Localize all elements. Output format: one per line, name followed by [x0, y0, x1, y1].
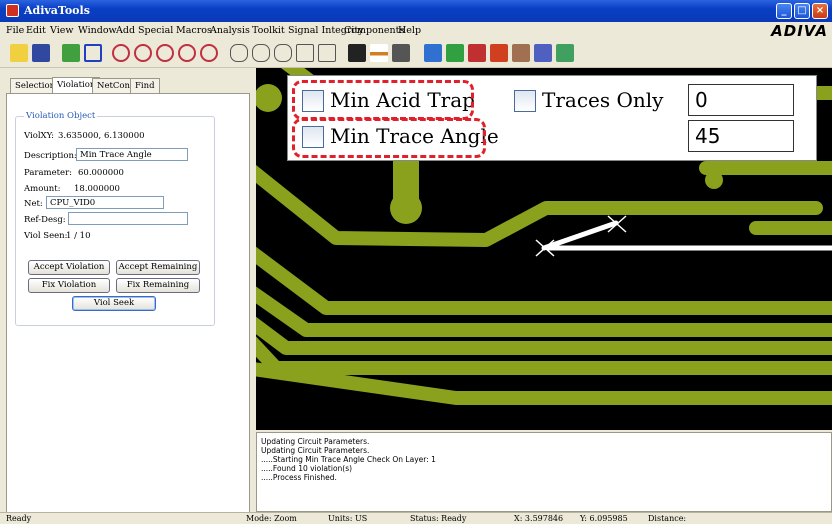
menu-toolkit[interactable]: Toolkit	[252, 25, 285, 36]
pcb-via	[256, 84, 282, 112]
pcb-via	[390, 192, 422, 224]
viol-xy-label: ViolXY:	[24, 131, 55, 141]
output-log: Updating Circuit Parameters. Updating Ci…	[256, 432, 832, 512]
left-panel: Selection Violation NetConn Find Violati…	[6, 74, 250, 514]
menu-window[interactable]: Window	[78, 25, 117, 36]
log-line: Updating Circuit Parameters.	[261, 437, 370, 446]
traces-only-checkbox[interactable]	[514, 90, 536, 112]
menu-edit[interactable]: Edit	[26, 25, 46, 36]
fix-violation-button[interactable]: Fix Violation	[28, 278, 110, 293]
menu-analysis[interactable]: Analysis	[210, 25, 250, 36]
status-x-coordinate: X: 3.597846	[514, 514, 564, 523]
minimize-button[interactable]: _	[776, 3, 792, 19]
binoculars-icon[interactable]	[348, 44, 366, 62]
maximize-button[interactable]: □	[794, 3, 810, 19]
status-units: Units: US	[328, 514, 368, 523]
status-mode: Mode: Zoom	[246, 514, 297, 523]
violation-panel: Violation Object ViolXY: 3.635000, 6.130…	[6, 93, 250, 513]
status-distance: Distance:	[648, 514, 687, 523]
menu-file[interactable]: File	[6, 25, 24, 36]
viol-xy-value: 3.635000, 6.130000	[58, 131, 145, 141]
description-field[interactable]: Min Trace Angle	[76, 148, 188, 161]
parameter-label: Parameter:	[24, 168, 72, 178]
pcb-canvas[interactable]: Min Acid Trap Traces Only 0 Min Trace An…	[256, 68, 832, 430]
log-line: .....Process Finished.	[261, 473, 337, 482]
accept-remaining-button[interactable]: Accept Remaining	[116, 260, 200, 275]
export-icon[interactable]	[556, 44, 574, 62]
zoom-in-icon[interactable]	[112, 44, 130, 62]
title-bar: AdivaTools _ □ ×	[0, 0, 832, 22]
acid-trap-value-field[interactable]: 0	[688, 84, 794, 116]
net-label: Net:	[24, 199, 43, 209]
app-icon	[6, 4, 19, 17]
grid-icon[interactable]	[392, 44, 410, 62]
pcb-via	[705, 171, 723, 189]
check-icon[interactable]	[468, 44, 486, 62]
brand-logo: ADIVA	[771, 22, 828, 40]
parameter-value: 60.000000	[78, 168, 124, 178]
ref-desg-label: Ref-Desg:	[24, 215, 66, 225]
toolbar	[0, 40, 832, 68]
pcb-trace	[256, 246, 832, 315]
amount-value: 18.000000	[74, 184, 120, 194]
board-icon[interactable]	[446, 44, 464, 62]
window-title: AdivaTools	[24, 4, 90, 17]
layers-icon[interactable]	[424, 44, 442, 62]
drc-icon[interactable]	[490, 44, 508, 62]
log-line: Updating Circuit Parameters.	[261, 446, 370, 455]
net-field[interactable]: CPU_VID0	[46, 196, 164, 209]
highlight-min-acid-trap	[292, 80, 474, 120]
accept-violation-button[interactable]: Accept Violation	[28, 260, 110, 275]
window-icon[interactable]	[84, 44, 102, 62]
status-bar: Ready Mode: Zoom Units: US Status: Ready…	[0, 512, 832, 524]
undo-icon[interactable]	[296, 44, 314, 62]
amount-label: Amount:	[24, 184, 61, 194]
viol-seen-label: Viol Seen:	[24, 231, 68, 241]
zoom-fit-icon[interactable]	[178, 44, 196, 62]
status-ready: Ready	[6, 514, 32, 523]
menu-help[interactable]: Help	[398, 25, 421, 36]
menu-bar: File Edit View Window Add Special Macros…	[0, 22, 832, 40]
select-icon[interactable]	[318, 44, 336, 62]
pan-icon[interactable]	[230, 44, 248, 62]
menu-add[interactable]: Add	[116, 25, 135, 36]
trace-angle-value-field[interactable]: 45	[688, 120, 794, 152]
app-window: AdivaTools _ □ × File Edit View Window A…	[0, 0, 832, 524]
drc-settings-callout: Min Acid Trap Traces Only 0 Min Trace An…	[287, 75, 817, 161]
report-icon[interactable]	[534, 44, 552, 62]
measure-icon[interactable]	[370, 44, 388, 62]
zoom-window-icon[interactable]	[156, 44, 174, 62]
tab-find[interactable]: Find	[130, 78, 160, 94]
log-line: .....Found 10 violation(s)	[261, 464, 353, 473]
component-icon[interactable]	[512, 44, 530, 62]
zoom-out-icon[interactable]	[134, 44, 152, 62]
grab-icon[interactable]	[274, 44, 292, 62]
status-y-coordinate: Y: 6.095985	[580, 514, 628, 523]
menu-special[interactable]: Special	[138, 25, 173, 36]
save-icon[interactable]	[32, 44, 50, 62]
pan-hand-icon[interactable]	[252, 44, 270, 62]
menu-macros[interactable]: Macros	[176, 25, 212, 36]
route-icon[interactable]	[62, 44, 80, 62]
viol-seen-value: 1 / 10	[66, 231, 91, 241]
highlight-min-trace-angle	[292, 118, 486, 158]
ref-desg-field[interactable]	[68, 212, 188, 225]
close-button[interactable]: ×	[812, 3, 828, 19]
viol-seek-button[interactable]: Viol Seek	[72, 296, 156, 311]
log-line: .....Starting Min Trace Angle Check On L…	[261, 455, 436, 464]
menu-components[interactable]: Components	[344, 25, 404, 36]
fix-remaining-button[interactable]: Fix Remaining	[116, 278, 200, 293]
zoom-previous-icon[interactable]	[200, 44, 218, 62]
violation-object-group: Violation Object ViolXY: 3.635000, 6.130…	[15, 111, 215, 326]
pcb-trace	[256, 165, 823, 247]
traces-only-label: Traces Only	[542, 88, 664, 112]
status-state: Status: Ready	[410, 514, 467, 523]
new-icon[interactable]	[10, 44, 28, 62]
group-title: Violation Object	[24, 111, 98, 121]
menu-view[interactable]: View	[50, 25, 74, 36]
highlighted-trace	[541, 220, 619, 251]
description-label: Description:	[24, 151, 77, 161]
